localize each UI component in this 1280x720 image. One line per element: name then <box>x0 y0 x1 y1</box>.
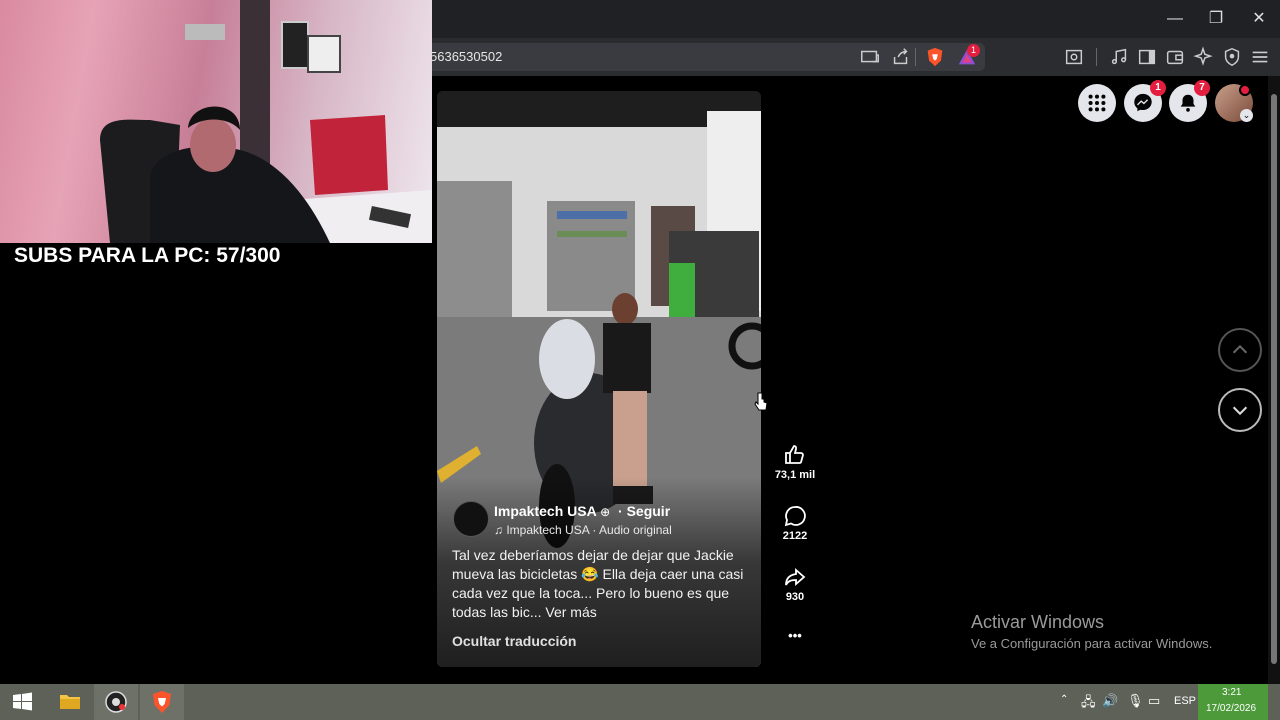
previous-reel-button[interactable] <box>1218 328 1262 372</box>
notifications-badge: 7 <box>1194 80 1210 96</box>
rewards-badge: 1 <box>967 44 980 57</box>
screen: — ❐ ✕ 5636530502 1 SUBS PARA LA PC: 57/3… <box>0 0 1280 720</box>
toolbar-separator <box>1096 48 1097 66</box>
grid-icon <box>1088 94 1106 112</box>
file-explorer-button[interactable] <box>48 684 92 720</box>
reel-author: Impaktech USA ⊕ · Seguir <box>494 503 670 519</box>
comment-count: 2122 <box>782 530 808 542</box>
tray-expand-icon[interactable]: ⌃ <box>1060 694 1068 705</box>
language-indicator[interactable]: ESP <box>1174 695 1196 707</box>
network-icon[interactable]: 🖧 <box>1081 693 1096 715</box>
music-icon[interactable] <box>1108 46 1130 68</box>
battery-icon[interactable]: ▭ <box>1148 693 1160 709</box>
hand-cursor-icon <box>754 392 768 411</box>
minimize-button[interactable]: — <box>1161 6 1189 32</box>
follow-link[interactable]: · Seguir <box>618 503 670 519</box>
comment-icon <box>784 506 806 527</box>
wallet-icon[interactable] <box>1164 46 1186 68</box>
clock-area[interactable]: 3:21 17/02/2026 <box>1198 684 1268 720</box>
windows-taskbar: ⌃ 🖧 🔊 🎙 ▭ ESP 3:21 17/02/2026 <box>0 684 1280 720</box>
reel-video[interactable]: Impaktech USA ⊕ · Seguir ♫ Impaktech USA… <box>437 91 761 667</box>
activate-windows-watermark: Activar Windows Ve a Configuración para … <box>971 612 1212 651</box>
activate-windows-subtitle: Ve a Configuración para activar Windows. <box>971 636 1213 651</box>
windows-logo-icon <box>13 692 32 711</box>
vpn-shield-icon[interactable] <box>1221 46 1243 68</box>
share-button[interactable]: 930 <box>770 565 820 603</box>
brave-taskbar-button[interactable] <box>140 684 184 720</box>
leo-ai-icon[interactable] <box>1192 46 1214 68</box>
tab-search-icon[interactable] <box>1063 46 1085 68</box>
reel-caption: Tal vez deberíamos dejar de dejar que Ja… <box>452 547 744 620</box>
microphone-icon[interactable]: 🎙 <box>1127 693 1144 709</box>
chevron-down-icon <box>1232 406 1248 416</box>
share-icon[interactable] <box>890 46 912 68</box>
webcam-overlay <box>0 0 432 243</box>
share-arrow-icon <box>785 568 806 586</box>
page-scrollbar[interactable] <box>1268 76 1280 684</box>
chevron-down-icon[interactable]: ⌄ <box>1240 109 1253 122</box>
obs-taskbar-button[interactable] <box>94 684 138 720</box>
comment-button[interactable]: 2122 <box>770 504 820 542</box>
clock-time: 3:21 <box>1222 687 1242 698</box>
share-count: 930 <box>785 591 805 603</box>
menu-icon[interactable] <box>1249 46 1271 68</box>
menu-grid-button[interactable] <box>1078 84 1116 122</box>
next-reel-button[interactable] <box>1218 388 1262 432</box>
cast-icon[interactable] <box>859 46 881 68</box>
profile-dot <box>1239 84 1251 96</box>
obs-icon <box>105 691 127 713</box>
close-button[interactable]: ✕ <box>1245 6 1273 32</box>
messenger-badge: 1 <box>1150 80 1166 96</box>
restore-button[interactable]: ❐ <box>1202 6 1230 32</box>
toolbar-separator <box>915 48 916 66</box>
page-avatar[interactable] <box>453 501 489 537</box>
page-name-link[interactable]: Impaktech USA <box>494 503 596 519</box>
bell-icon <box>1180 94 1196 112</box>
activate-windows-title: Activar Windows <box>971 612 1105 632</box>
chevron-up-icon <box>1232 344 1248 354</box>
clock-date: 17/02/2026 <box>1206 703 1257 714</box>
verified-globe-icon: ⊕ <box>600 505 611 519</box>
scrollbar-thumb[interactable] <box>1271 94 1277 664</box>
messenger-icon <box>1134 93 1152 112</box>
audio-link[interactable]: ♫ Impaktech USA · Audio original <box>494 523 672 537</box>
like-count: 73,1 mil <box>774 469 816 481</box>
thumbs-up-icon <box>785 445 804 464</box>
brave-icon <box>153 691 171 713</box>
brave-shields-icon[interactable] <box>924 46 946 68</box>
volume-icon[interactable]: 🔊 <box>1102 693 1118 709</box>
like-button[interactable]: 73,1 mil <box>770 443 820 481</box>
sidebar-icon[interactable] <box>1136 46 1158 68</box>
hide-translation-link[interactable]: Ocultar traducción <box>452 633 576 649</box>
start-button[interactable] <box>0 684 44 720</box>
url-text: 5636530502 <box>430 49 503 64</box>
subs-counter-text: SUBS PARA LA PC: 57/300 <box>14 244 281 267</box>
folder-icon <box>60 695 80 709</box>
more-options-button[interactable]: ••• <box>770 628 820 643</box>
